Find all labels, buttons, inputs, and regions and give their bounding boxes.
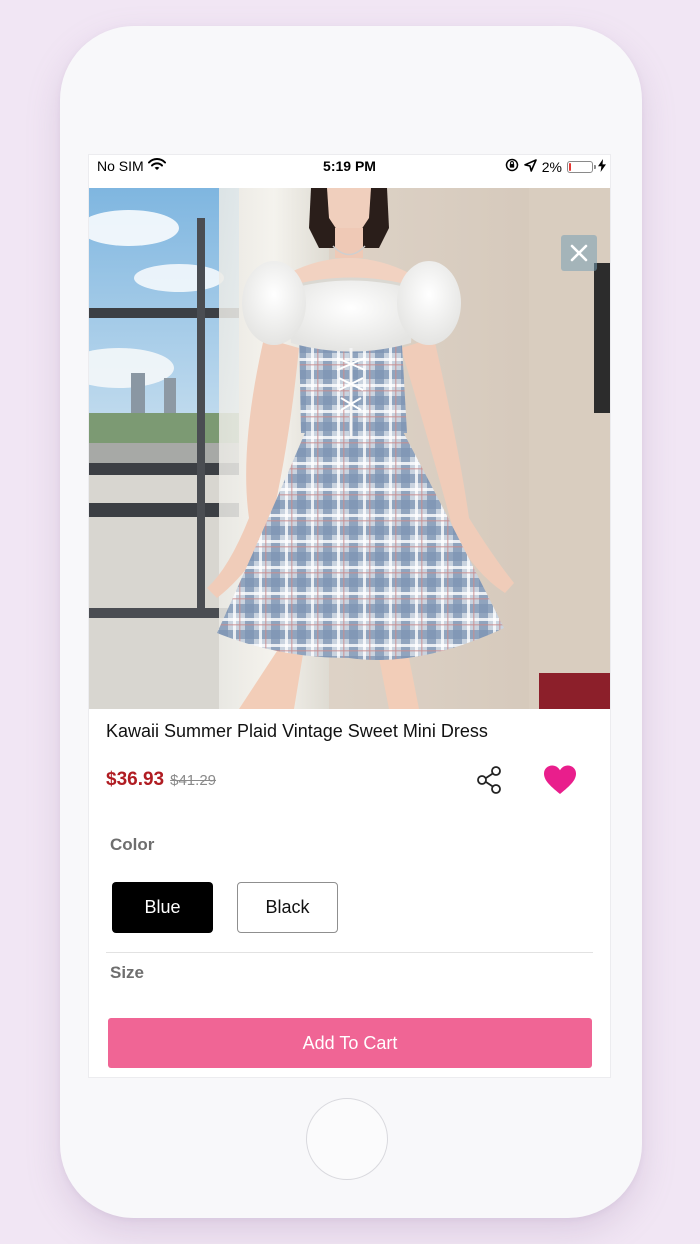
share-button[interactable] xyxy=(475,765,505,795)
home-button[interactable] xyxy=(306,1098,388,1180)
status-right: 2% xyxy=(505,158,606,175)
close-button[interactable] xyxy=(561,235,597,271)
charging-bolt-icon xyxy=(598,158,606,175)
product-title: Kawaii Summer Plaid Vintage Sweet Mini D… xyxy=(106,721,488,741)
price-row: $36.93 $41.29 xyxy=(106,769,216,791)
location-arrow-icon xyxy=(523,158,537,175)
current-price: $36.93 xyxy=(106,769,165,790)
divider xyxy=(106,952,593,953)
add-to-cart-button[interactable]: Add To Cart xyxy=(108,1018,592,1068)
color-option-black[interactable]: Black xyxy=(237,882,338,933)
color-label: Color xyxy=(110,835,155,854)
original-price: $41.29 xyxy=(170,772,217,789)
app-screen: No SIM 5:19 PM 2% Kawaii Summer Plaid Vi… xyxy=(89,155,610,1077)
battery-percent: 2% xyxy=(541,158,562,175)
product-image[interactable] xyxy=(89,188,610,709)
size-label: Size xyxy=(110,963,145,982)
close-icon xyxy=(569,243,589,263)
orientation-lock-icon xyxy=(505,158,519,175)
heart-icon xyxy=(543,765,577,800)
color-option-blue[interactable]: Blue xyxy=(112,882,213,933)
battery-icon xyxy=(567,160,596,173)
favorite-button[interactable] xyxy=(543,764,577,796)
share-icon xyxy=(475,766,505,799)
status-bar: No SIM 5:19 PM 2% xyxy=(89,155,610,188)
